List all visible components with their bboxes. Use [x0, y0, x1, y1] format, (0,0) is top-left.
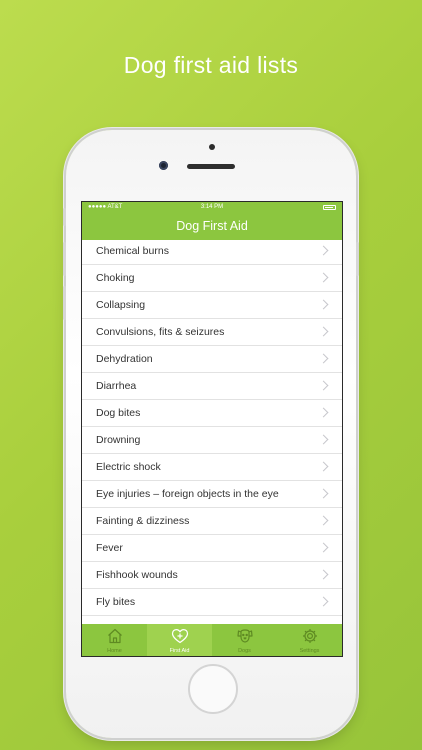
- tab-label: First Aid: [169, 648, 190, 654]
- headline: Dog first aid lists: [123, 52, 299, 78]
- chevron-right-icon: [318, 245, 329, 256]
- status-bar: ●●●●● AT&T 3:14 PM: [82, 202, 342, 213]
- list-item-label: Fainting & dizziness: [96, 515, 190, 527]
- chevron-right-icon: [318, 353, 329, 364]
- chevron-right-icon: [318, 380, 329, 391]
- volume-up-button: [63, 242, 66, 276]
- tab-dogs[interactable]: Dogs: [212, 624, 277, 656]
- tab-label: Dogs: [238, 648, 251, 654]
- list-item[interactable]: Convulsions, fits & seizures: [82, 319, 342, 346]
- list-item[interactable]: Dehydration: [82, 346, 342, 373]
- chevron-right-icon: [318, 326, 329, 337]
- tab-label: Home: [107, 648, 122, 654]
- front-camera: [159, 161, 168, 170]
- chevron-right-icon: [318, 515, 329, 526]
- chevron-right-icon: [318, 596, 329, 607]
- clock: 3:14 PM: [200, 204, 224, 210]
- house-icon: [107, 628, 122, 644]
- tab-home[interactable]: Home: [82, 624, 147, 656]
- list-item-label: Collapsing: [96, 299, 146, 311]
- gear-icon: [302, 629, 317, 643]
- list-item-label: Fishhook wounds: [96, 569, 178, 581]
- list-item-label: Eye injuries – foreign objects in the ey…: [96, 488, 279, 500]
- list-item[interactable]: Collapsing: [82, 292, 342, 319]
- chevron-right-icon: [318, 542, 329, 553]
- list-item[interactable]: Drowning: [82, 427, 342, 454]
- chevron-right-icon: [318, 299, 329, 310]
- chevron-right-icon: [318, 272, 329, 283]
- heart-plus-icon: [171, 629, 188, 644]
- list-item[interactable]: Eye injuries – foreign objects in the ey…: [82, 481, 342, 508]
- list-item[interactable]: Electric shock: [82, 454, 342, 481]
- list-item[interactable]: Fainting & dizziness: [82, 508, 342, 535]
- mute-switch: [63, 208, 66, 226]
- list-item-label: Electric shock: [96, 461, 161, 473]
- battery-icon: [323, 205, 336, 210]
- list-item[interactable]: Choking: [82, 265, 342, 292]
- tab-label: Settings: [299, 648, 320, 654]
- list-item-label: Fever: [96, 542, 123, 554]
- list-item-label: Dog bites: [96, 407, 141, 419]
- first-aid-list[interactable]: Chemical burns Choking Collapsing Convul…: [82, 240, 342, 624]
- sensor-dot: [209, 144, 215, 150]
- tab-bar: Home First Aid Dogs Settings: [82, 624, 342, 656]
- chevron-right-icon: [318, 434, 329, 445]
- page-title: Dog First Aid: [176, 219, 248, 233]
- list-item-label: Diarrhea: [96, 380, 137, 392]
- list-item-label: Convulsions, fits & seizures: [96, 326, 225, 338]
- navigation-bar: ●●●●● AT&T 3:14 PM Dog First Aid: [82, 202, 342, 240]
- list-item[interactable]: Fly bites: [82, 589, 342, 616]
- tab-first-aid[interactable]: First Aid: [147, 624, 212, 656]
- list-item[interactable]: Fishhook wounds: [82, 562, 342, 589]
- chevron-right-icon: [318, 488, 329, 499]
- dog-face-icon: [236, 629, 253, 643]
- earpiece-speaker: [187, 164, 235, 169]
- list-item-label: Fly bites: [96, 596, 136, 608]
- chevron-right-icon: [318, 569, 329, 580]
- phone-frame: ●●●●● AT&T 3:14 PM Dog First Aid Chemica…: [63, 130, 359, 738]
- home-button[interactable]: [188, 664, 238, 714]
- tab-settings[interactable]: Settings: [277, 624, 342, 656]
- chevron-right-icon: [318, 461, 329, 472]
- volume-down-button: [63, 286, 66, 320]
- chevron-right-icon: [318, 407, 329, 418]
- list-item[interactable]: Diarrhea: [82, 373, 342, 400]
- app-screen: ●●●●● AT&T 3:14 PM Dog First Aid Chemica…: [81, 201, 343, 657]
- list-item[interactable]: Chemical burns: [82, 240, 342, 265]
- power-button: [356, 242, 359, 276]
- list-item-label: Drowning: [96, 434, 141, 446]
- list-item-label: Dehydration: [96, 353, 153, 365]
- list-item-label: Chemical burns: [96, 245, 169, 257]
- list-item-label: Choking: [96, 272, 135, 284]
- list-item[interactable]: Fever: [82, 535, 342, 562]
- list-item[interactable]: Dog bites: [82, 400, 342, 427]
